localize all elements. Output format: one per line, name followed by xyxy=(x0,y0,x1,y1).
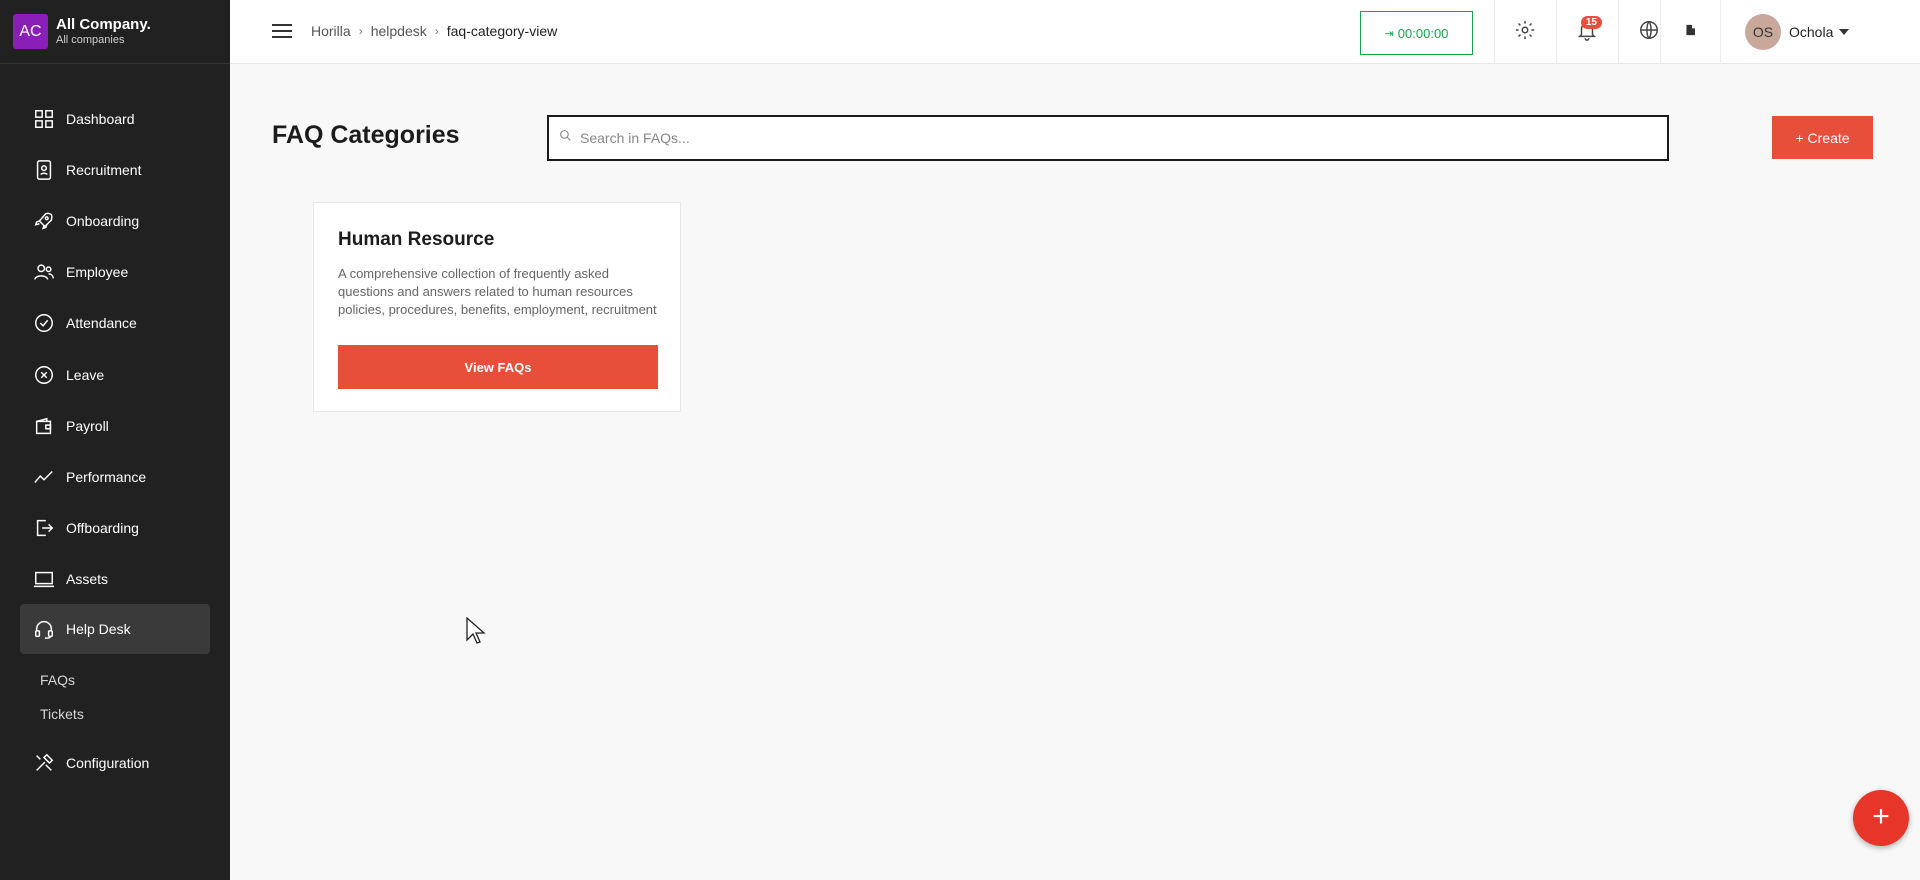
tools-icon xyxy=(32,751,56,775)
exit-icon xyxy=(32,516,56,540)
sidebar-item-label: Payroll xyxy=(66,418,109,434)
user-name: Ochola xyxy=(1789,24,1834,40)
sidebar-item-leave[interactable]: Leave xyxy=(20,350,210,400)
sidebar-item-label: Help Desk xyxy=(66,621,131,637)
building-icon xyxy=(1684,23,1698,42)
sidebar-item-offboarding[interactable]: Offboarding xyxy=(20,503,210,553)
notifications-button[interactable]: 15 xyxy=(1556,0,1616,64)
sidebar-item-attendance[interactable]: Attendance xyxy=(20,298,210,348)
company-button[interactable] xyxy=(1660,0,1720,64)
grid-icon xyxy=(32,107,56,131)
breadcrumb-item-helpdesk[interactable]: helpdesk xyxy=(371,23,427,39)
company-switcher[interactable]: AC All Company. All companies xyxy=(0,0,230,64)
sidebar-item-label: Attendance xyxy=(66,315,137,331)
sidebar-item-recruitment[interactable]: Recruitment xyxy=(20,145,210,195)
sidebar-item-label: Recruitment xyxy=(66,162,142,178)
card-title: Human Resource xyxy=(338,229,495,250)
sidebar-item-performance[interactable]: Performance xyxy=(20,452,210,502)
company-subtitle: All companies xyxy=(56,33,125,46)
sidebar-item-label: Employee xyxy=(66,264,129,280)
laptop-icon xyxy=(32,567,56,591)
sidebar-item-label: Onboarding xyxy=(66,213,140,229)
x-circle-icon xyxy=(32,363,56,387)
breadcrumb: Horilla › helpdesk › faq-category-view xyxy=(311,23,557,39)
chevron-right-icon: › xyxy=(434,24,439,38)
breadcrumb-item-current: faq-category-view xyxy=(446,23,558,39)
sidebar-item-onboarding[interactable]: Onboarding xyxy=(20,196,210,246)
floating-action-button[interactable]: + xyxy=(1853,790,1909,846)
settings-button[interactable] xyxy=(1494,0,1554,64)
search-icon xyxy=(559,129,572,147)
rocket-icon xyxy=(32,209,56,233)
create-button[interactable]: + Create xyxy=(1772,116,1873,159)
plus-icon: + xyxy=(1872,799,1890,833)
top-header: Horilla › helpdesk › faq-category-view ⇥… xyxy=(230,0,1920,64)
chevron-right-icon: › xyxy=(358,24,363,38)
sidebar: AC All Company. All companies Dashboard … xyxy=(0,0,230,880)
chevron-down-icon xyxy=(1839,29,1850,35)
view-faqs-button[interactable]: View FAQs xyxy=(338,345,658,389)
page-title: FAQ Categories xyxy=(272,121,460,149)
clock-in-button[interactable]: ⇥ 00:00:00 xyxy=(1360,11,1473,55)
sidebar-item-payroll[interactable]: Payroll xyxy=(20,401,210,451)
users-icon xyxy=(32,260,56,284)
globe-icon xyxy=(1638,19,1660,46)
user-menu[interactable]: OS Ochola xyxy=(1720,0,1920,64)
mouse-cursor-icon xyxy=(466,616,486,650)
subnav-item-tickets[interactable]: Tickets xyxy=(40,706,84,722)
subnav-item-faqs[interactable]: FAQs xyxy=(40,672,75,688)
wallet-icon xyxy=(32,414,56,438)
faq-category-card: Human Resource A comprehensive collectio… xyxy=(313,202,681,412)
sidebar-item-dashboard[interactable]: Dashboard xyxy=(20,94,210,144)
company-name: All Company. xyxy=(56,16,151,34)
avatar: OS xyxy=(1745,14,1781,50)
menu-toggle-icon[interactable] xyxy=(272,24,292,40)
check-circle-icon xyxy=(32,311,56,335)
sidebar-item-label: Dashboard xyxy=(66,111,135,127)
card-description: A comprehensive collection of frequently… xyxy=(338,266,657,317)
clock-in-icon: ⇥ xyxy=(1384,27,1394,40)
trend-line-icon xyxy=(32,465,56,489)
search-bar xyxy=(547,115,1669,161)
notification-badge: 15 xyxy=(1580,16,1602,29)
sidebar-item-label: Performance xyxy=(66,469,147,485)
company-logo: AC xyxy=(13,14,48,49)
search-input[interactable] xyxy=(580,130,1660,146)
sidebar-item-label: Configuration xyxy=(66,755,150,771)
id-badge-icon xyxy=(32,158,56,182)
sidebar-item-help-desk[interactable]: Help Desk xyxy=(20,604,210,654)
sidebar-item-label: Assets xyxy=(66,571,109,587)
headset-icon xyxy=(32,617,56,641)
sidebar-item-assets[interactable]: Assets xyxy=(20,554,210,604)
sidebar-item-employee[interactable]: Employee xyxy=(20,247,210,297)
timer-value: 00:00:00 xyxy=(1397,25,1449,41)
sidebar-item-label: Offboarding xyxy=(66,520,139,536)
sidebar-item-label: Leave xyxy=(66,367,105,383)
breadcrumb-item-horilla[interactable]: Horilla xyxy=(311,23,351,39)
gear-icon xyxy=(1514,19,1536,46)
sidebar-item-configuration[interactable]: Configuration xyxy=(20,738,210,788)
